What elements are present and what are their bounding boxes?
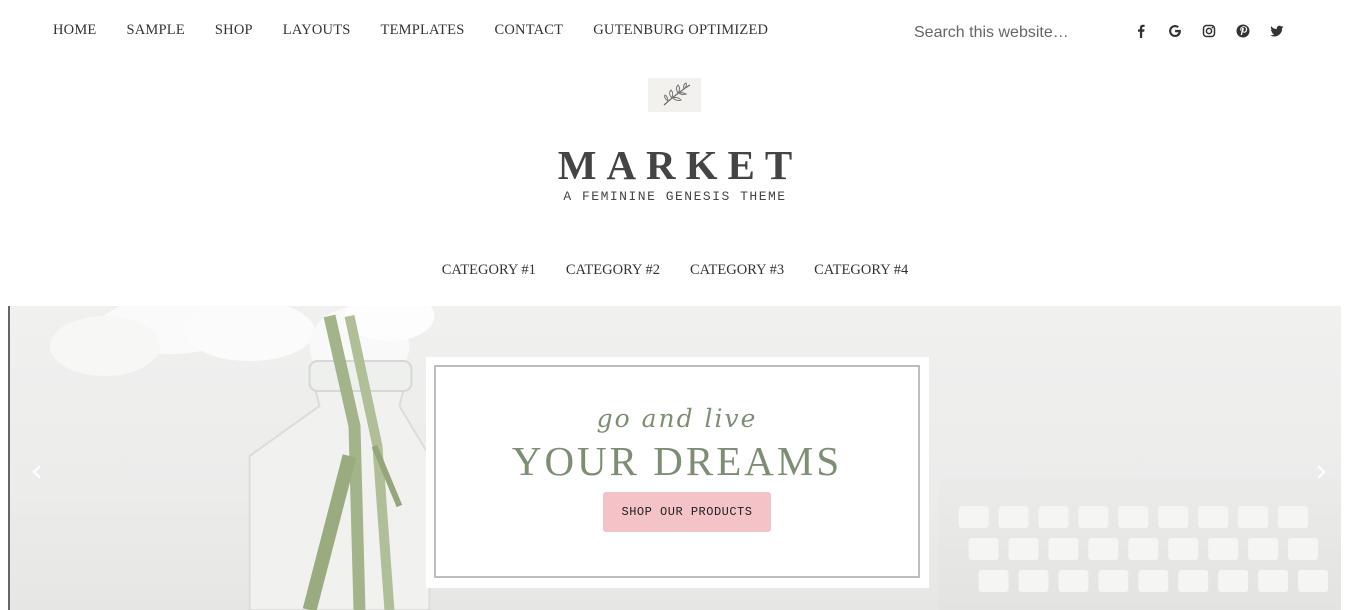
facebook-icon[interactable] [1124, 20, 1158, 42]
leaf-logo-icon[interactable] [648, 78, 701, 112]
nav-item-layouts[interactable]: LAYOUTS [268, 22, 366, 39]
instagram-icon[interactable] [1192, 20, 1226, 42]
shop-products-button[interactable]: SHOP OUR PRODUCTS [603, 492, 771, 532]
promo-headline: YOUR DREAMS [511, 438, 843, 484]
slider-prev-arrow-icon[interactable] [26, 461, 48, 483]
nav-item-templates[interactable]: TEMPLATES [366, 22, 480, 39]
category-item-4[interactable]: CATEGORY #4 [799, 262, 923, 279]
nav-item-shop[interactable]: SHOP [200, 22, 268, 39]
site-title[interactable]: MARKET [0, 141, 1350, 189]
category-item-3[interactable]: CATEGORY #3 [675, 262, 799, 279]
nav-item-sample[interactable]: SAMPLE [112, 22, 200, 39]
primary-menu: HOME SAMPLE SHOP LAYOUTS TEMPLATES CONTA… [38, 22, 783, 39]
site-tagline: A FEMININE GENESIS THEME [563, 189, 787, 204]
social-links [1124, 20, 1294, 42]
category-item-2[interactable]: CATEGORY #2 [551, 262, 675, 279]
google-icon[interactable] [1158, 20, 1192, 42]
search-input[interactable] [914, 22, 1104, 44]
nav-item-home[interactable]: HOME [38, 22, 112, 39]
category-item-1[interactable]: CATEGORY #1 [427, 262, 551, 279]
twitter-icon[interactable] [1260, 20, 1294, 42]
promo-script-line: go and live [596, 404, 758, 433]
nav-item-gutenburg-optimized[interactable]: GUTENBURG OPTIMIZED [578, 22, 783, 39]
top-navigation: HOME SAMPLE SHOP LAYOUTS TEMPLATES CONTA… [0, 0, 1350, 64]
category-menu: CATEGORY #1 CATEGORY #2 CATEGORY #3 CATE… [0, 262, 1350, 279]
promo-frame: go and live YOUR DREAMS SHOP OUR PRODUCT… [434, 365, 920, 578]
nav-item-contact[interactable]: CONTACT [480, 22, 579, 39]
pinterest-icon[interactable] [1226, 20, 1260, 42]
hero-slider: go and live YOUR DREAMS SHOP OUR PRODUCT… [8, 306, 1341, 610]
slider-next-arrow-icon[interactable] [1310, 461, 1332, 483]
promo-card: go and live YOUR DREAMS SHOP OUR PRODUCT… [426, 357, 929, 588]
